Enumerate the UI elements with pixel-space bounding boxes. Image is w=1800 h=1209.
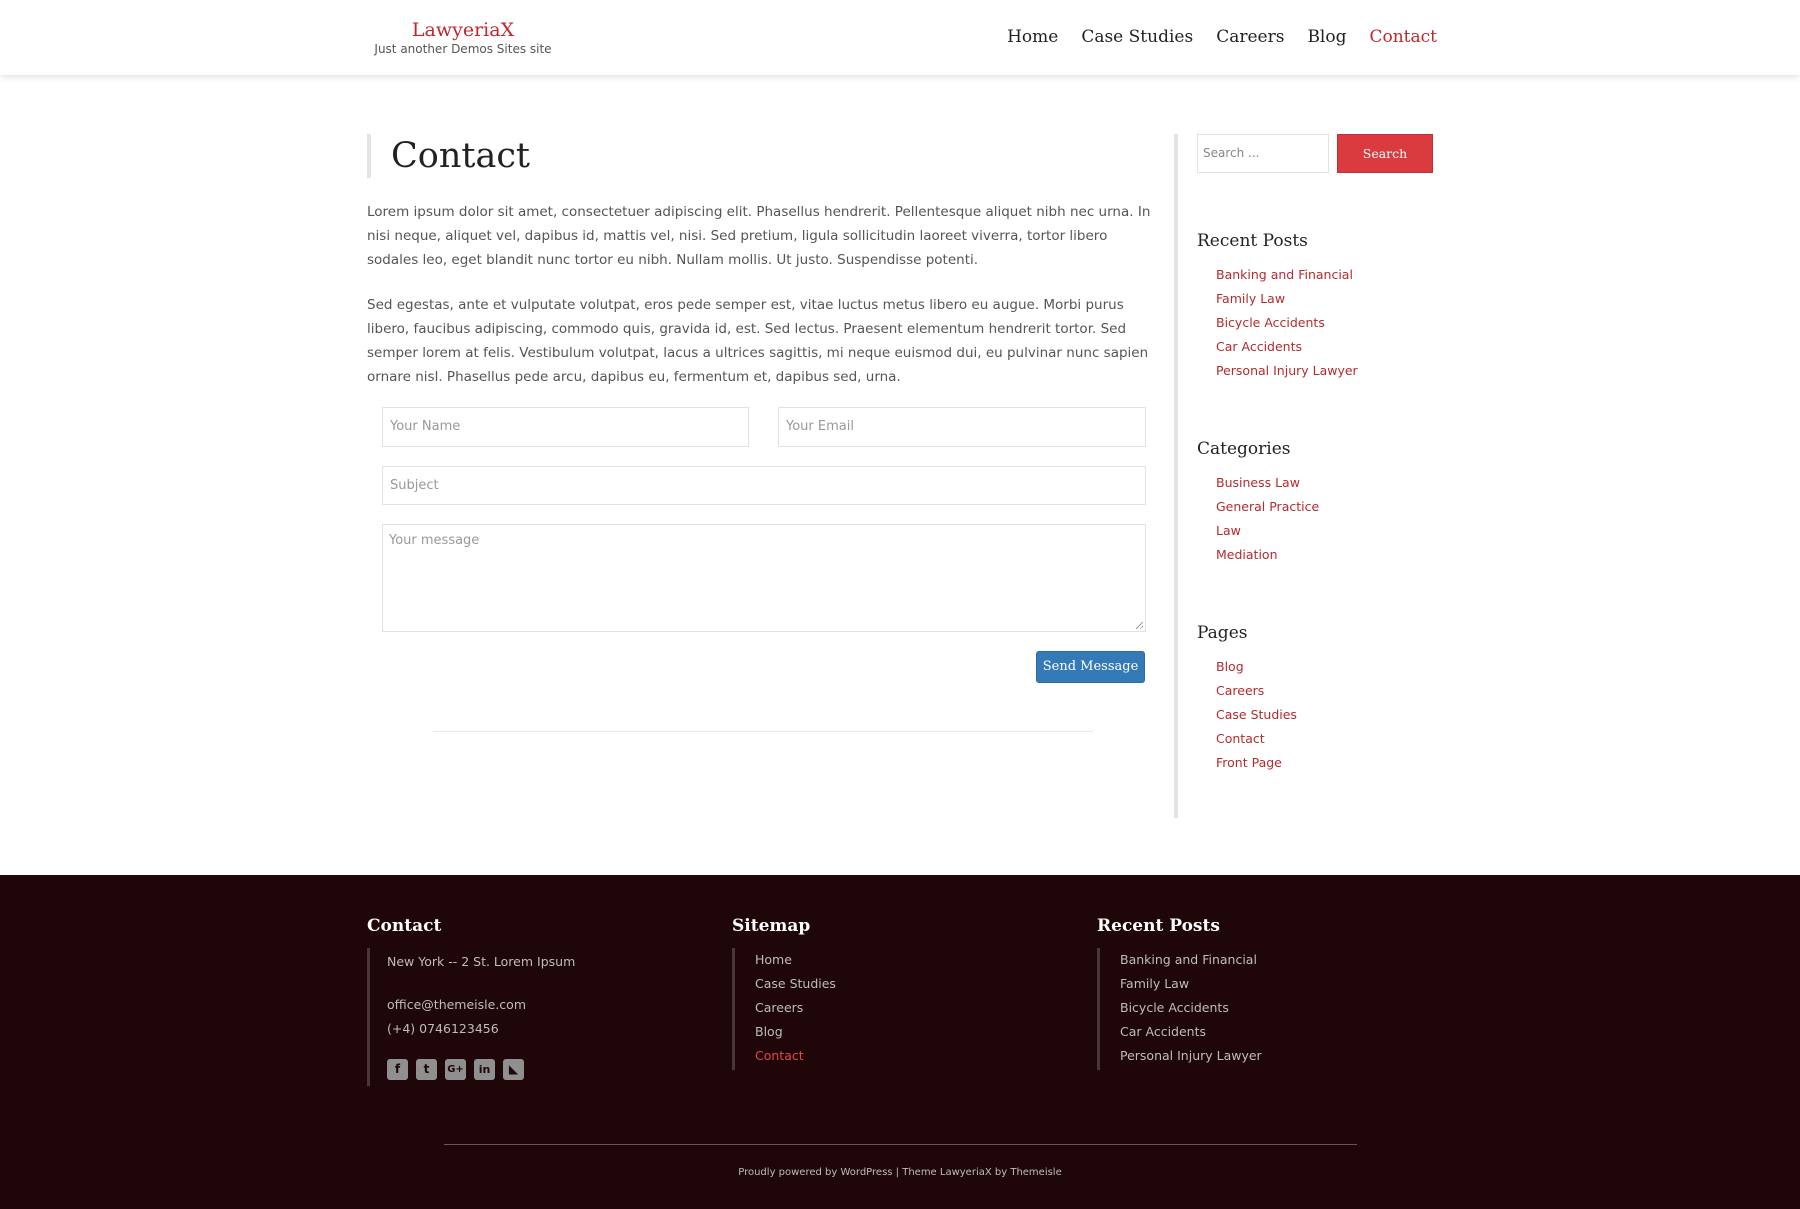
page-link[interactable]: Careers [1216, 679, 1297, 703]
subject-placeholder: Subject [390, 478, 439, 493]
category-link[interactable]: General Practice [1216, 495, 1319, 519]
widget-title: Categories [1197, 439, 1291, 459]
nav-contact[interactable]: Contact [1369, 23, 1437, 51]
site-tagline: Just another Demos Sites site [374, 42, 552, 56]
footer-post-link[interactable]: Banking and Financial [1120, 948, 1262, 972]
footer-divider [444, 1144, 1357, 1145]
send-message-button[interactable]: Send Message [1036, 651, 1145, 683]
recent-posts-widget: Recent Posts Banking and Financial Famil… [1197, 230, 1358, 383]
twitter-icon[interactable]: t [416, 1059, 437, 1080]
content-divider [433, 731, 1093, 732]
recent-post-link[interactable]: Personal Injury Lawyer [1216, 359, 1358, 383]
site-footer: Contact New York -- 2 St. Lorem Ipsum of… [0, 875, 1800, 1209]
name-field[interactable]: Your Name [382, 407, 749, 447]
recent-post-link[interactable]: Banking and Financial [1216, 263, 1358, 287]
site-header: LawyeriaX Just another Demos Sites site … [0, 0, 1800, 75]
sidebar-divider [1174, 134, 1178, 818]
resize-handle-icon[interactable] [1136, 622, 1143, 629]
page-link[interactable]: Blog [1216, 655, 1297, 679]
subject-field[interactable]: Subject [382, 466, 1146, 505]
google-plus-icon[interactable]: G+ [445, 1059, 466, 1080]
nav-case-studies[interactable]: Case Studies [1081, 23, 1193, 51]
name-placeholder: Your Name [390, 419, 461, 434]
footer-post-link[interactable]: Family Law [1120, 972, 1262, 996]
footer-column-title: Contact [367, 916, 442, 936]
footer-contact-column: Contact New York -- 2 St. Lorem Ipsum of… [367, 915, 575, 1086]
footer-recent-posts-column: Recent Posts Banking and Financial Famil… [1097, 915, 1262, 1070]
linkedin-icon[interactable]: in [474, 1059, 495, 1080]
facebook-icon[interactable]: f [387, 1059, 408, 1080]
body-paragraph: Sed egestas, ante et vulputate volutpat,… [367, 297, 1149, 385]
category-link[interactable]: Law [1216, 519, 1319, 543]
page-link[interactable]: Front Page [1216, 751, 1297, 775]
nav-home[interactable]: Home [1007, 23, 1058, 51]
footer-post-link[interactable]: Car Accidents [1120, 1020, 1262, 1044]
widget-title: Pages [1197, 623, 1248, 643]
site-brand[interactable]: LawyeriaX Just another Demos Sites site [370, 18, 556, 57]
footer-email[interactable]: office@themeisle.com [387, 993, 575, 1017]
message-textarea[interactable]: Your message [382, 524, 1146, 632]
sitemap-link-active[interactable]: Contact [755, 1044, 836, 1068]
category-link[interactable]: Mediation [1216, 543, 1319, 567]
recent-post-link[interactable]: Bicycle Accidents [1216, 311, 1358, 335]
sidebar-search-input[interactable]: Search ... [1197, 134, 1329, 173]
page-link[interactable]: Case Studies [1216, 703, 1297, 727]
email-placeholder: Your Email [786, 419, 854, 434]
footer-post-link[interactable]: Bicycle Accidents [1120, 996, 1262, 1020]
category-link[interactable]: Business Law [1216, 471, 1319, 495]
footer-credits: Proudly powered by WordPress | Theme Law… [738, 1167, 1062, 1178]
main-content: Contact Lorem ipsum dolor sit amet, cons… [367, 134, 1161, 389]
sitemap-link[interactable]: Case Studies [755, 972, 836, 996]
search-placeholder: Search ... [1203, 146, 1260, 160]
widget-title: Recent Posts [1197, 231, 1308, 251]
sitemap-link[interactable]: Careers [755, 996, 836, 1020]
main-nav: Home Case Studies Careers Blog Contact [1007, 23, 1437, 51]
nav-careers[interactable]: Careers [1216, 23, 1284, 51]
footer-address: New York -- 2 St. Lorem Ipsum [387, 954, 576, 969]
email-field[interactable]: Your Email [778, 407, 1146, 447]
pages-widget: Pages Blog Careers Case Studies Contact … [1197, 622, 1297, 775]
sitemap-link[interactable]: Blog [755, 1020, 836, 1044]
footer-phone: (+4) 0746123456 [387, 1021, 499, 1036]
categories-widget: Categories Business Law General Practice… [1197, 438, 1319, 567]
nav-blog[interactable]: Blog [1307, 23, 1346, 51]
recent-post-link[interactable]: Car Accidents [1216, 335, 1358, 359]
page-link[interactable]: Contact [1216, 727, 1297, 751]
footer-post-link[interactable]: Personal Injury Lawyer [1120, 1044, 1262, 1068]
sidebar-search-button[interactable]: Search [1337, 134, 1433, 173]
footer-sitemap-column: Sitemap Home Case Studies Careers Blog C… [732, 915, 836, 1070]
site-title[interactable]: LawyeriaX [370, 18, 556, 42]
message-placeholder: Your message [389, 533, 480, 548]
social-icons: f t G+ in ◣ [387, 1059, 575, 1080]
page-title: Contact [367, 134, 1161, 178]
rss-icon[interactable]: ◣ [503, 1059, 524, 1080]
footer-column-title: Recent Posts [1097, 916, 1220, 936]
sitemap-link[interactable]: Home [755, 948, 836, 972]
recent-post-link[interactable]: Family Law [1216, 287, 1358, 311]
footer-column-title: Sitemap [732, 916, 811, 936]
intro-paragraph: Lorem ipsum dolor sit amet, consectetuer… [367, 204, 1151, 268]
